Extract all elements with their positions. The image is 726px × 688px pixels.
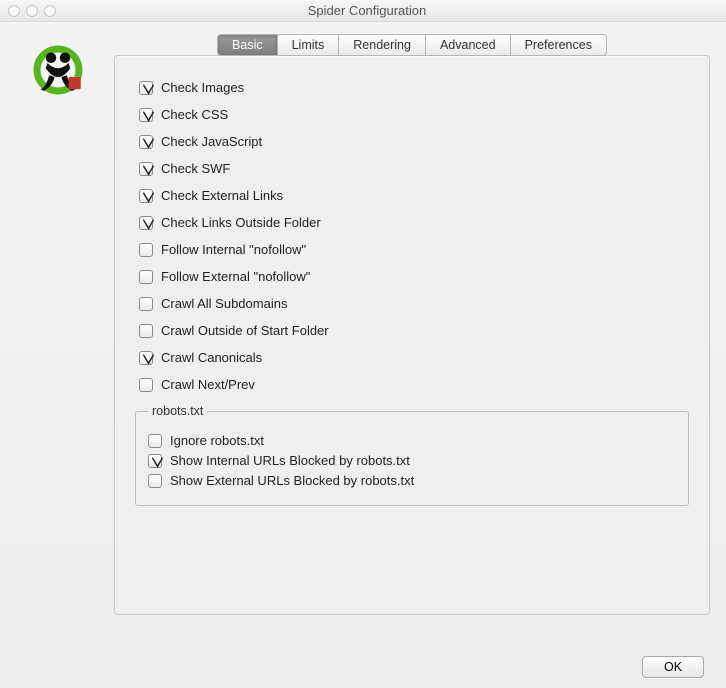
options-list: Check Images Check CSS Check JavaScript Che… xyxy=(135,76,689,402)
option-row: Follow Internal "nofollow" xyxy=(139,242,685,257)
titlebar: Spider Configuration xyxy=(0,0,726,22)
zoom-icon[interactable] xyxy=(44,5,56,17)
option-row: Crawl Next/Prev xyxy=(139,377,685,392)
close-icon[interactable] xyxy=(8,5,20,17)
option-label: Ignore robots.txt xyxy=(170,433,264,448)
option-row: Crawl All Subdomains xyxy=(139,296,685,311)
tab-limits[interactable]: Limits xyxy=(278,34,340,56)
checkbox[interactable] xyxy=(139,216,153,230)
option-row: Show External URLs Blocked by robots.txt xyxy=(148,473,676,488)
checkbox[interactable] xyxy=(139,108,153,122)
checkbox[interactable] xyxy=(139,324,153,338)
tab-bar: BasicLimitsRenderingAdvancedPreferences xyxy=(114,34,710,56)
sidebar xyxy=(16,34,100,638)
frog-logo-icon xyxy=(30,42,86,98)
basic-panel: Check Images Check CSS Check JavaScript Che… xyxy=(114,55,710,615)
option-label: Show Internal URLs Blocked by robots.txt xyxy=(170,453,410,468)
checkbox[interactable] xyxy=(139,81,153,95)
option-label: Check JavaScript xyxy=(161,134,262,149)
tab-preferences[interactable]: Preferences xyxy=(511,34,607,56)
option-label: Show External URLs Blocked by robots.txt xyxy=(170,473,414,488)
window-title: Spider Configuration xyxy=(56,3,678,18)
checkbox[interactable] xyxy=(139,189,153,203)
robots-options-list: Ignore robots.txt Show Internal URLs Bloc… xyxy=(148,433,676,488)
option-row: Check Links Outside Folder xyxy=(139,215,685,230)
tab-rendering[interactable]: Rendering xyxy=(339,34,426,56)
checkbox[interactable] xyxy=(139,270,153,284)
checkbox[interactable] xyxy=(139,297,153,311)
checkbox[interactable] xyxy=(148,454,162,468)
checkbox[interactable] xyxy=(139,243,153,257)
option-label: Check Images xyxy=(161,80,244,95)
option-row: Check JavaScript xyxy=(139,134,685,149)
option-row: Crawl Canonicals xyxy=(139,350,685,365)
ok-button[interactable]: OK xyxy=(642,656,704,678)
checkbox[interactable] xyxy=(148,434,162,448)
option-label: Follow External "nofollow" xyxy=(161,269,310,284)
option-label: Follow Internal "nofollow" xyxy=(161,242,306,257)
tab-basic[interactable]: Basic xyxy=(217,34,278,56)
tab-advanced[interactable]: Advanced xyxy=(426,34,511,56)
checkbox[interactable] xyxy=(148,474,162,488)
option-label: Crawl Outside of Start Folder xyxy=(161,323,329,338)
footer: OK xyxy=(0,646,726,688)
option-row: Ignore robots.txt xyxy=(148,433,676,448)
option-row: Check Images xyxy=(139,80,685,95)
minimize-icon[interactable] xyxy=(26,5,38,17)
option-row: Check External Links xyxy=(139,188,685,203)
option-row: Check SWF xyxy=(139,161,685,176)
window: Spider Configuration BasicLimitsRenderin… xyxy=(0,0,726,688)
option-row: Show Internal URLs Blocked by robots.txt xyxy=(148,453,676,468)
checkbox[interactable] xyxy=(139,135,153,149)
checkbox[interactable] xyxy=(139,162,153,176)
robots-fieldset: robots.txt Ignore robots.txt Show Interna… xyxy=(135,404,689,506)
option-label: Check CSS xyxy=(161,107,228,122)
traffic-lights xyxy=(8,5,56,17)
option-label: Check Links Outside Folder xyxy=(161,215,321,230)
option-label: Crawl All Subdomains xyxy=(161,296,287,311)
option-label: Check External Links xyxy=(161,188,283,203)
checkbox[interactable] xyxy=(139,378,153,392)
robots-legend: robots.txt xyxy=(148,404,207,418)
main: BasicLimitsRenderingAdvancedPreferences … xyxy=(114,34,710,638)
option-row: Crawl Outside of Start Folder xyxy=(139,323,685,338)
option-label: Check SWF xyxy=(161,161,230,176)
option-label: Crawl Next/Prev xyxy=(161,377,255,392)
checkbox[interactable] xyxy=(139,351,153,365)
option-row: Follow External "nofollow" xyxy=(139,269,685,284)
option-label: Crawl Canonicals xyxy=(161,350,262,365)
content: BasicLimitsRenderingAdvancedPreferences … xyxy=(0,22,726,646)
option-row: Check CSS xyxy=(139,107,685,122)
